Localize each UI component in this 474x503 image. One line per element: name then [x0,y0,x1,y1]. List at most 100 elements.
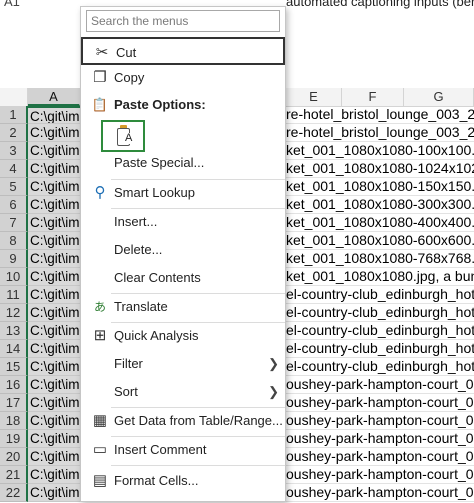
row-header[interactable]: 22 [0,484,28,502]
menu-item-delete[interactable]: Delete... [81,236,285,264]
cell-overflow-text[interactable]: ket_001_1080x1080.jpg, a bunch [286,268,474,286]
row-header[interactable]: 18 [0,412,28,430]
row-header[interactable]: 15 [0,358,28,376]
cell-overflow-text[interactable]: ket_001_1080x1080-600x600.jpg [286,232,474,250]
menu-item-insert[interactable]: Insert... [81,208,285,236]
menu-item-format-cells[interactable]: ▤ Format Cells... [81,467,285,495]
cell-overflow-text[interactable]: el-country-club_edinburgh_hotel- [286,358,474,376]
row-header[interactable]: 5 [0,178,28,196]
row-header[interactable]: 1 [0,106,28,124]
select-all-corner[interactable] [0,88,28,106]
cell-overflow-text[interactable]: el-country-club_edinburgh_hotel- [286,286,474,304]
menu-item-translate[interactable]: あ Translate [81,293,285,321]
menu-item-paste-special[interactable]: Paste Special... [81,149,285,177]
cell-overflow-text[interactable]: ket_001_1080x1080-768x768.jpg [286,250,474,268]
menu-item-get-data[interactable]: ▦ Get Data from Table/Range... [81,407,285,435]
paste-keep-text-only-button[interactable]: A [101,120,145,152]
cell-overflow-text[interactable]: ket_001_1080x1080-400x400.jpg [286,214,474,232]
cell-column-a[interactable]: C:\git\im [28,340,80,358]
cell-column-a[interactable]: C:\git\im [28,430,80,448]
menu-item-label: Filter [114,356,143,371]
cell-column-a[interactable]: C:\git\im [28,412,80,430]
column-header-a[interactable]: A [28,88,80,106]
context-menu: ✂ Cut ❐ Copy 📋 Paste Options: A Paste Sp… [80,6,286,502]
row-header[interactable]: 3 [0,142,28,160]
paste-options-label: Paste Options: [114,97,206,112]
menu-item-smart-lookup[interactable]: ⚲ Smart Lookup [81,179,285,207]
menu-item-label: Paste Special... [114,155,205,170]
row-header[interactable]: 13 [0,322,28,340]
menu-item-label: Quick Analysis [114,328,199,343]
menu-item-label: Insert... [114,214,158,229]
cell-overflow-text[interactable]: oushey-park-hampton-court_001_ [286,448,474,466]
row-header[interactable]: 10 [0,268,28,286]
row-header[interactable]: 17 [0,394,28,412]
cell-column-a[interactable]: C:\git\im [28,232,80,250]
row-header[interactable]: 19 [0,430,28,448]
cell-column-a[interactable]: C:\git\im [28,214,80,232]
cell-overflow-text[interactable]: ket_001_1080x1080-100x100.jpg [286,142,474,160]
cell-column-a[interactable]: C:\git\im [28,484,80,502]
column-header-e[interactable]: E [286,88,342,106]
column-header-f[interactable]: F [342,88,404,106]
row-header[interactable]: 20 [0,448,28,466]
chevron-right-icon: ❯ [268,356,279,371]
cell-overflow-text[interactable]: re-hotel_bristol_lounge_003_250 [286,124,474,142]
search-icon: ⚲ [94,184,106,201]
menu-item-quick-analysis[interactable]: ⊞ Quick Analysis [81,322,285,350]
cell-overflow-text[interactable]: oushey-park-hampton-court_001_ [286,412,474,430]
row-header[interactable]: 6 [0,196,28,214]
menu-item-copy[interactable]: ❐ Copy [81,64,285,92]
row-header[interactable]: 14 [0,340,28,358]
menu-item-clear-contents[interactable]: Clear Contents [81,264,285,292]
cell-column-a[interactable]: C:\git\im [28,196,80,214]
cell-overflow-text[interactable]: oushey-park-hampton-court_001_ [286,484,474,502]
cell-column-a[interactable]: C:\git\im [28,286,80,304]
cell-column-a[interactable]: C:\git\im [28,358,80,376]
name-box[interactable]: A1 [4,0,20,9]
cell-column-a[interactable]: C:\git\im [28,466,80,484]
cell-overflow-text[interactable]: ket_001_1080x1080-150x150.jpg [286,178,474,196]
cell-overflow-text[interactable]: re-hotel_bristol_lounge_003_250 [286,106,474,124]
row-header[interactable]: 7 [0,214,28,232]
formula-content[interactable]: automated captioning inputs (berkeley sq… [286,0,474,9]
row-header[interactable]: 11 [0,286,28,304]
cell-overflow-text[interactable]: oushey-park-hampton-court_001_ [286,466,474,484]
cell-column-a[interactable]: C:\git\im [28,106,80,124]
cell-overflow-text[interactable]: el-country-club_edinburgh_hotel- [286,340,474,358]
cell-overflow-text[interactable]: oushey-park-hampton-court_001_ [286,376,474,394]
cell-column-a[interactable]: C:\git\im [28,448,80,466]
menu-item-cut[interactable]: ✂ Cut [81,37,285,65]
cell-overflow-text[interactable]: ket_001_1080x1080-300x300.jpg [286,196,474,214]
cell-column-a[interactable]: C:\git\im [28,268,80,286]
cell-column-a[interactable]: C:\git\im [28,142,80,160]
column-header-g[interactable]: G [404,88,474,106]
cell-overflow-text[interactable]: el-country-club_edinburgh_hotel- [286,322,474,340]
menu-item-filter[interactable]: Filter ❯ [81,350,285,378]
cell-column-a[interactable]: C:\git\im [28,394,80,412]
cell-column-a[interactable]: C:\git\im [28,178,80,196]
row-header[interactable]: 4 [0,160,28,178]
row-header[interactable]: 2 [0,124,28,142]
row-header[interactable]: 16 [0,376,28,394]
menu-search-input[interactable] [86,10,280,32]
menu-item-label: Cut [116,45,137,60]
cell-column-a[interactable]: C:\git\im [28,304,80,322]
menu-item-insert-comment[interactable]: ▭ Insert Comment [81,436,285,464]
cell-column-a[interactable]: C:\git\im [28,160,80,178]
cell-column-a[interactable]: C:\git\im [28,250,80,268]
row-header[interactable]: 21 [0,466,28,484]
cell-overflow-text[interactable]: ket_001_1080x1080-1024x1024 [286,160,474,178]
menu-item-sort[interactable]: Sort ❯ [81,378,285,406]
row-header[interactable]: 8 [0,232,28,250]
cell-column-a[interactable]: C:\git\im [28,124,80,142]
cell-column-a[interactable]: C:\git\im [28,376,80,394]
copy-icon: ❐ [93,69,107,86]
row-header[interactable]: 9 [0,250,28,268]
cell-overflow-text[interactable]: el-country-club_edinburgh_hotel- [286,304,474,322]
menu-item-label: Delete... [114,242,163,257]
row-header[interactable]: 12 [0,304,28,322]
cell-column-a[interactable]: C:\git\im [28,322,80,340]
cell-overflow-text[interactable]: oushey-park-hampton-court_001_ [286,394,474,412]
cell-overflow-text[interactable]: oushey-park-hampton-court_001_ [286,430,474,448]
